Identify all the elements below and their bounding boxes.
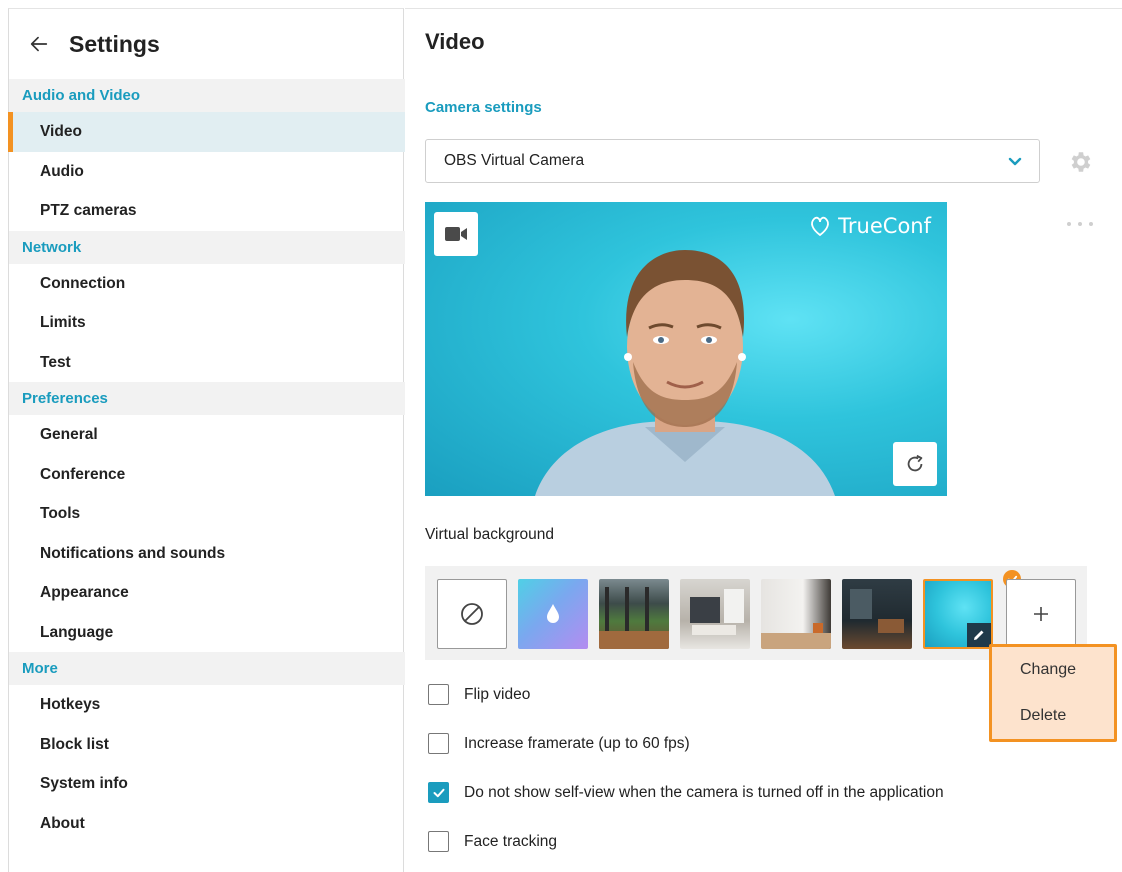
background-option-selected[interactable] <box>923 579 993 649</box>
pencil-icon <box>974 630 984 640</box>
sidebar-group-network: Network <box>9 230 405 264</box>
trueconf-logo-icon <box>811 216 830 237</box>
sidebar-item-block-list[interactable]: Block list <box>9 725 405 765</box>
no-background-icon <box>461 603 483 625</box>
sidebar-item-about[interactable]: About <box>9 804 405 844</box>
video-settings-panel: Video Camera settings OBS Virtual Camera <box>405 8 1122 872</box>
sidebar-item-language[interactable]: Language <box>9 613 405 653</box>
camera-settings-title: Camera settings <box>425 99 542 116</box>
sidebar-group-more: More <box>9 652 405 685</box>
trueconf-logo: TrueConf <box>808 214 931 238</box>
sidebar-item-ptz-cameras[interactable]: PTZ cameras <box>9 191 405 231</box>
back-arrow-icon <box>30 36 48 52</box>
sidebar-item-video[interactable]: Video <box>8 112 405 152</box>
more-dots-icon <box>1067 222 1071 226</box>
hide-self-view-checkbox[interactable] <box>428 782 449 803</box>
sidebar-nav: Audio and Video Video Audio PTZ cameras … <box>8 79 405 844</box>
background-option-4[interactable] <box>842 579 912 649</box>
framerate-checkbox[interactable] <box>428 733 449 754</box>
sidebar-group-audio-video: Audio and Video <box>9 79 405 112</box>
sidebar-item-conference[interactable]: Conference <box>9 455 405 495</box>
framerate-option[interactable]: Increase framerate (up to 60 fps) <box>428 733 690 754</box>
sidebar-item-audio[interactable]: Audio <box>9 152 405 192</box>
rotate-camera-button[interactable] <box>893 442 937 486</box>
checkmark-icon <box>433 788 444 797</box>
camera-select[interactable]: OBS Virtual Camera <box>425 139 1040 183</box>
video-camera-icon <box>445 227 467 241</box>
hide-self-view-option[interactable]: Do not show self-view when the camera is… <box>428 782 944 803</box>
edit-background-button[interactable] <box>967 623 991 647</box>
camera-toggle-button[interactable] <box>434 212 478 256</box>
page-title: Video <box>425 29 485 54</box>
background-option-1[interactable] <box>599 579 669 649</box>
sidebar-item-connection[interactable]: Connection <box>9 264 405 304</box>
no-background-option[interactable] <box>437 579 507 649</box>
sidebar-group-preferences: Preferences <box>9 382 405 415</box>
background-option-2[interactable] <box>680 579 750 649</box>
flip-video-checkbox[interactable] <box>428 684 449 705</box>
rotate-icon <box>907 454 923 472</box>
chevron-down-icon <box>1008 157 1022 166</box>
person-image <box>535 250 835 496</box>
sidebar-title: Settings <box>69 30 160 57</box>
blur-drop-icon <box>547 604 559 623</box>
camera-preview: TrueConf <box>425 202 947 496</box>
settings-sidebar: Settings Audio and Video Video Audio PTZ… <box>8 8 405 872</box>
hide-self-view-label: Do not show self-view when the camera is… <box>464 783 944 801</box>
sidebar-item-notifications[interactable]: Notifications and sounds <box>9 534 405 574</box>
menu-item-change[interactable]: Change <box>992 647 1114 693</box>
virtual-background-label: Virtual background <box>425 526 554 543</box>
background-context-menu: Change Delete <box>989 644 1117 742</box>
menu-item-delete[interactable]: Delete <box>992 693 1114 739</box>
background-thumbnail-2 <box>690 589 744 635</box>
more-options-button[interactable] <box>1067 219 1093 229</box>
sidebar-item-test[interactable]: Test <box>9 343 405 383</box>
back-button[interactable] <box>9 9 69 79</box>
background-thumbnail-1 <box>599 587 669 649</box>
sidebar-item-system-info[interactable]: System info <box>9 764 405 804</box>
face-tracking-label: Face tracking <box>464 832 558 850</box>
virtual-background-list <box>425 566 1087 660</box>
plus-icon <box>1034 607 1048 621</box>
add-background-button[interactable] <box>1006 579 1076 649</box>
sidebar-item-general[interactable]: General <box>9 415 405 455</box>
flip-video-label: Flip video <box>464 685 531 703</box>
framerate-label: Increase framerate (up to 60 fps) <box>464 734 690 752</box>
face-tracking-checkbox[interactable] <box>428 831 449 852</box>
camera-select-value: OBS Virtual Camera <box>444 152 585 169</box>
sidebar-item-appearance[interactable]: Appearance <box>9 573 405 613</box>
blur-background-option[interactable] <box>518 579 588 649</box>
logo-text: TrueConf <box>838 214 931 238</box>
sidebar-item-limits[interactable]: Limits <box>9 303 405 343</box>
sidebar-item-tools[interactable]: Tools <box>9 494 405 534</box>
background-option-3[interactable] <box>761 579 831 649</box>
face-tracking-option[interactable]: Face tracking <box>428 831 557 852</box>
background-thumbnail-3 <box>761 623 831 649</box>
sidebar-header: Settings <box>9 9 405 79</box>
sidebar-item-hotkeys[interactable]: Hotkeys <box>9 685 405 725</box>
flip-video-option[interactable]: Flip video <box>428 684 530 705</box>
gear-icon[interactable] <box>1067 149 1093 175</box>
background-thumbnail-4 <box>850 589 904 633</box>
